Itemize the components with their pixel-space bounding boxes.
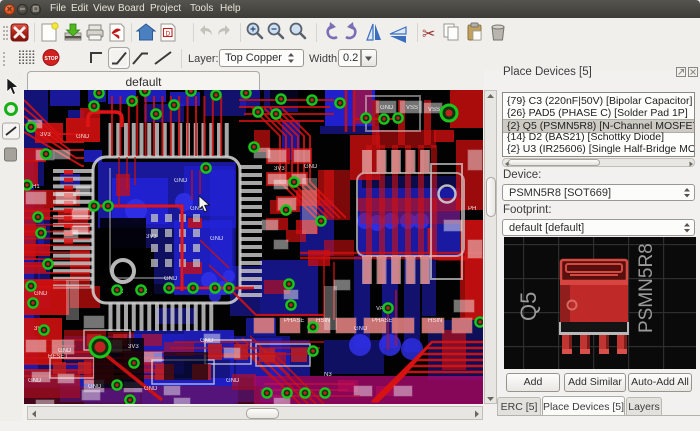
svg-text:3V3: 3V3 <box>274 166 285 172</box>
svg-text:GND: GND <box>34 291 48 297</box>
svg-text:GND: GND <box>76 134 90 140</box>
svg-text:GND: GND <box>28 378 42 384</box>
svg-text:VSS: VSS <box>406 105 418 111</box>
svg-text:PHASE: PHASE <box>284 318 304 324</box>
svg-text:HSIN: HSIN <box>428 318 442 324</box>
svg-text:STOP: STOP <box>45 56 59 62</box>
svg-text:3V3: 3V3 <box>146 234 157 240</box>
svg-text:GND: GND <box>200 338 214 344</box>
svg-text:RESET: RESET <box>48 354 68 360</box>
svg-text:GND: GND <box>304 164 318 170</box>
svg-text:3V3: 3V3 <box>128 344 139 350</box>
svg-text:VSS: VSS <box>428 107 440 113</box>
svg-text:D: D <box>166 31 171 38</box>
svg-text:✂: ✂ <box>422 26 435 43</box>
svg-text:N3: N3 <box>324 372 332 378</box>
svg-text:GND: GND <box>226 378 240 384</box>
svg-text:GND: GND <box>144 386 158 392</box>
svg-text:HSIN: HSIN <box>316 318 330 324</box>
svg-text:GND: GND <box>88 384 102 390</box>
svg-text:GND: GND <box>210 236 224 242</box>
svg-text:GND: GND <box>164 276 178 282</box>
svg-text:Q5: Q5 <box>516 292 541 321</box>
svg-text:GND: GND <box>354 326 368 332</box>
svg-text:3V3: 3V3 <box>40 132 51 138</box>
svg-text:GND: GND <box>174 178 188 184</box>
svg-text:PSMN5R8: PSMN5R8 <box>636 243 657 333</box>
svg-text:PHASE: PHASE <box>372 318 392 324</box>
svg-text:PH: PH <box>468 206 476 212</box>
svg-text:GND: GND <box>380 105 394 111</box>
